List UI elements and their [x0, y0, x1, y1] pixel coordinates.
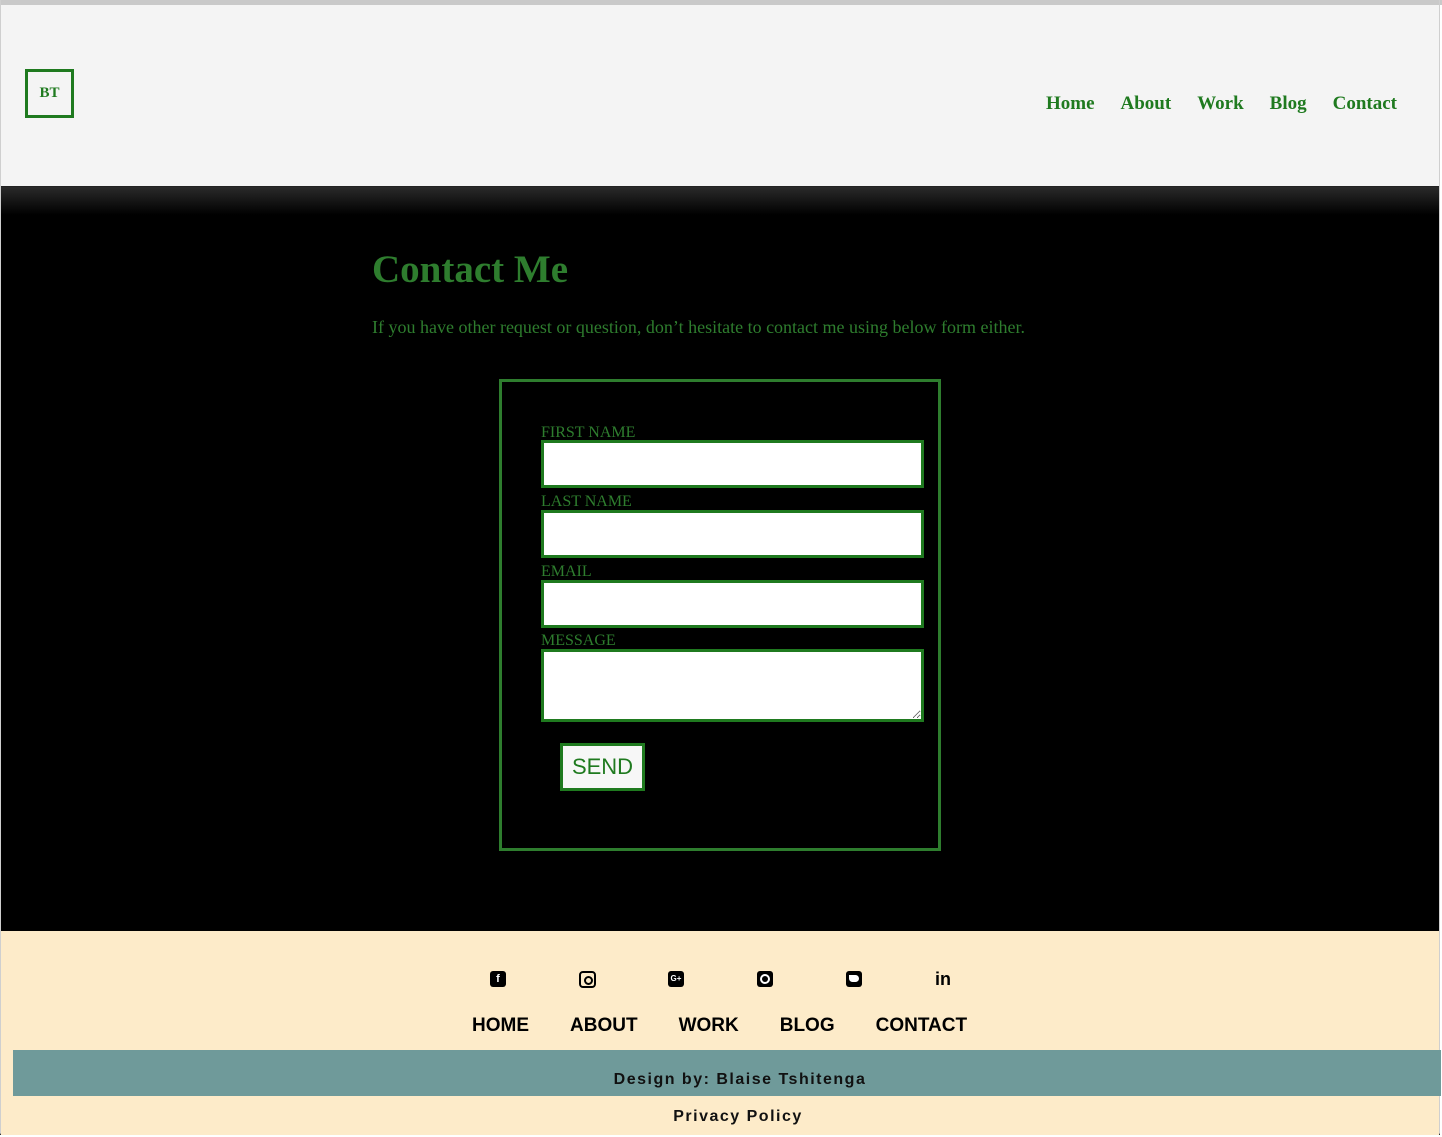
first-name-field[interactable] — [541, 440, 924, 488]
nav-home-link[interactable]: Home — [1046, 93, 1095, 115]
google-plus-icon[interactable]: G+ — [666, 969, 686, 989]
site-logo[interactable]: BT — [25, 69, 74, 118]
footer-nav: HOME ABOUT WORK BLOG CONTACT — [472, 1015, 967, 1037]
facebook-icon[interactable]: f — [488, 969, 508, 989]
site-footer: f G+ in HOME ABOUT WORK BLOG CONTACT Des… — [1, 931, 1442, 1135]
nav-about-link[interactable]: About — [1121, 93, 1172, 115]
message-label: MESSAGE — [541, 632, 616, 649]
social-links: f G+ in — [488, 969, 968, 989]
last-name-field[interactable] — [541, 510, 924, 558]
nav-work-link[interactable]: Work — [1197, 93, 1243, 115]
message-field[interactable] — [541, 649, 924, 722]
contact-section: Contact Me If you have other request or … — [1, 187, 1439, 931]
email-field[interactable] — [541, 580, 924, 628]
email-label: EMAIL — [541, 563, 592, 580]
design-credit: Design by: Blaise Tshitenga — [613, 1071, 867, 1088]
instagram-icon[interactable] — [577, 969, 597, 989]
last-name-label: LAST NAME — [541, 493, 632, 510]
footer-work-link[interactable]: WORK — [679, 1015, 739, 1037]
footer-home-link[interactable]: HOME — [472, 1015, 529, 1037]
site-header: BT Home About Work Blog Contact — [1, 5, 1439, 187]
footer-contact-link[interactable]: CONTACT — [876, 1015, 967, 1037]
linkedin-icon[interactable]: in — [933, 969, 953, 989]
page-title: Contact Me — [372, 248, 569, 291]
twitter-icon[interactable] — [844, 969, 864, 989]
github-icon[interactable] — [755, 969, 775, 989]
nav-contact-link[interactable]: Contact — [1333, 93, 1397, 115]
main-nav: Home About Work Blog Contact — [1046, 93, 1397, 115]
first-name-label: FIRST NAME — [541, 424, 636, 441]
footer-blog-link[interactable]: BLOG — [780, 1015, 835, 1037]
nav-blog-link[interactable]: Blog — [1270, 93, 1307, 115]
privacy-policy-link[interactable]: Privacy Policy — [1, 1108, 1442, 1126]
send-button[interactable]: SEND — [560, 743, 645, 791]
contact-form: FIRST NAME LAST NAME EMAIL MESSAGE SEND — [499, 379, 941, 851]
footer-about-link[interactable]: ABOUT — [570, 1015, 638, 1037]
header-shadow — [1, 187, 1439, 215]
intro-text: If you have other request or question, d… — [372, 317, 1025, 337]
